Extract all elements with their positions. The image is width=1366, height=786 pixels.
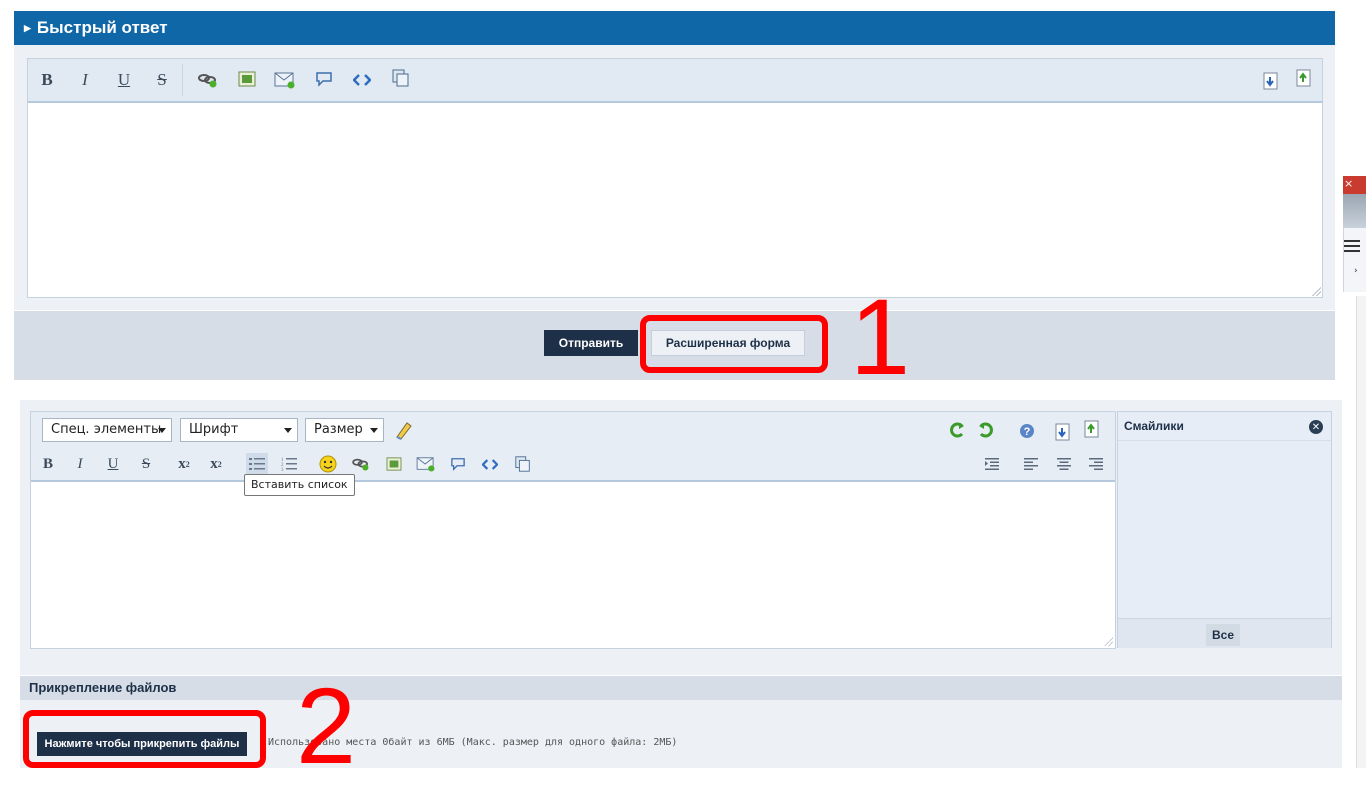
align-right-icon[interactable] <box>1085 453 1107 475</box>
strikethrough-button[interactable]: S <box>135 453 157 475</box>
list-tooltip: Вставить список <box>244 474 355 496</box>
svg-text:3: 3 <box>281 468 284 471</box>
subscript-2: 2 <box>185 459 190 469</box>
quote-icon[interactable] <box>447 453 469 475</box>
page-scrollbar[interactable] <box>1356 296 1366 768</box>
remove-format-icon[interactable] <box>393 419 415 441</box>
quick-editor-toolbar <box>27 58 1323 101</box>
help-icon[interactable]: ? <box>1016 420 1038 442</box>
resize-grip-icon[interactable] <box>1103 636 1113 646</box>
quote-icon[interactable] <box>312 68 336 90</box>
bullet-list-icon[interactable] <box>246 453 268 475</box>
svg-text:?: ? <box>1024 426 1031 438</box>
copy-icon[interactable] <box>512 453 534 475</box>
quick-reply-header[interactable]: ▶ Быстрый ответ <box>14 11 1335 45</box>
size-label: Размер <box>314 422 363 437</box>
size-select[interactable]: Размер <box>305 418 384 442</box>
subscript-x: x <box>178 455 186 472</box>
hamburger-icon[interactable] <box>1344 240 1360 252</box>
send-button[interactable]: Отправить <box>544 330 638 356</box>
quick-reply-title: Быстрый ответ <box>36 18 168 37</box>
dropdown-arrow-icon <box>284 428 292 433</box>
chevron-right-icon[interactable]: › <box>1354 266 1366 276</box>
smilies-divider <box>1118 440 1331 441</box>
highlight-box-2 <box>23 710 266 768</box>
code-icon[interactable] <box>479 453 501 475</box>
subscript-button[interactable]: x2 <box>173 453 195 475</box>
quick-reply-textarea[interactable] <box>27 101 1323 298</box>
superscript-button[interactable]: x2 <box>205 453 227 475</box>
undo-icon[interactable] <box>945 419 967 441</box>
indent-icon[interactable] <box>981 453 1003 475</box>
align-left-icon[interactable] <box>1020 453 1042 475</box>
load-draft-icon[interactable] <box>1259 70 1283 92</box>
attachments-header <box>20 676 1342 700</box>
smiley-icon[interactable] <box>317 453 339 475</box>
annotation-number-2: 2 <box>296 665 357 786</box>
dropdown-arrow-icon <box>158 428 166 433</box>
resize-grip-icon[interactable] <box>1311 286 1321 296</box>
link-icon[interactable] <box>350 453 372 475</box>
font-select[interactable]: Шрифт <box>180 418 298 442</box>
collapse-triangle-icon: ▶ <box>24 23 31 33</box>
code-icon[interactable] <box>350 69 374 91</box>
annotation-number-1: 1 <box>850 276 911 397</box>
strikethrough-button[interactable]: S <box>150 69 174 91</box>
font-label: Шрифт <box>189 422 239 437</box>
side-menu: › <box>1343 228 1366 292</box>
underline-button[interactable]: U <box>112 69 136 91</box>
bold-button[interactable]: B <box>35 69 59 91</box>
image-icon[interactable] <box>235 68 259 90</box>
special-elements-label: Спец. элементы <box>51 422 162 437</box>
smilies-title: Смайлики <box>1124 419 1184 433</box>
link-icon[interactable] <box>196 69 220 91</box>
dropdown-arrow-icon <box>370 428 378 433</box>
side-thumbnail <box>1343 194 1366 228</box>
redo-icon[interactable] <box>976 419 998 441</box>
load-draft-icon[interactable] <box>1052 421 1074 443</box>
highlight-box-1 <box>640 315 828 373</box>
special-elements-select[interactable]: Спец. элементы <box>42 418 172 442</box>
bold-button[interactable]: B <box>37 453 59 475</box>
underline-button[interactable]: U <box>102 453 124 475</box>
italic-button[interactable]: I <box>69 453 91 475</box>
image-icon[interactable] <box>383 453 405 475</box>
align-center-icon[interactable] <box>1053 453 1075 475</box>
attachments-title: Прикрепление файлов <box>29 680 177 695</box>
copy-icon[interactable] <box>389 67 413 89</box>
smilies-panel <box>1117 411 1332 648</box>
toolbar-separator <box>182 64 183 96</box>
superscript-2: 2 <box>217 459 222 469</box>
close-icon[interactable]: ✕ <box>1309 420 1323 434</box>
numbered-list-icon[interactable]: 123 <box>278 453 300 475</box>
save-draft-icon[interactable] <box>1292 67 1316 89</box>
superscript-x: x <box>210 455 218 472</box>
side-close-icon[interactable]: × <box>1343 176 1366 194</box>
save-draft-icon[interactable] <box>1081 418 1103 440</box>
all-smilies-button[interactable]: Все <box>1206 624 1240 646</box>
italic-button[interactable]: I <box>73 69 97 91</box>
email-icon[interactable] <box>273 69 297 91</box>
email-icon[interactable] <box>415 453 437 475</box>
